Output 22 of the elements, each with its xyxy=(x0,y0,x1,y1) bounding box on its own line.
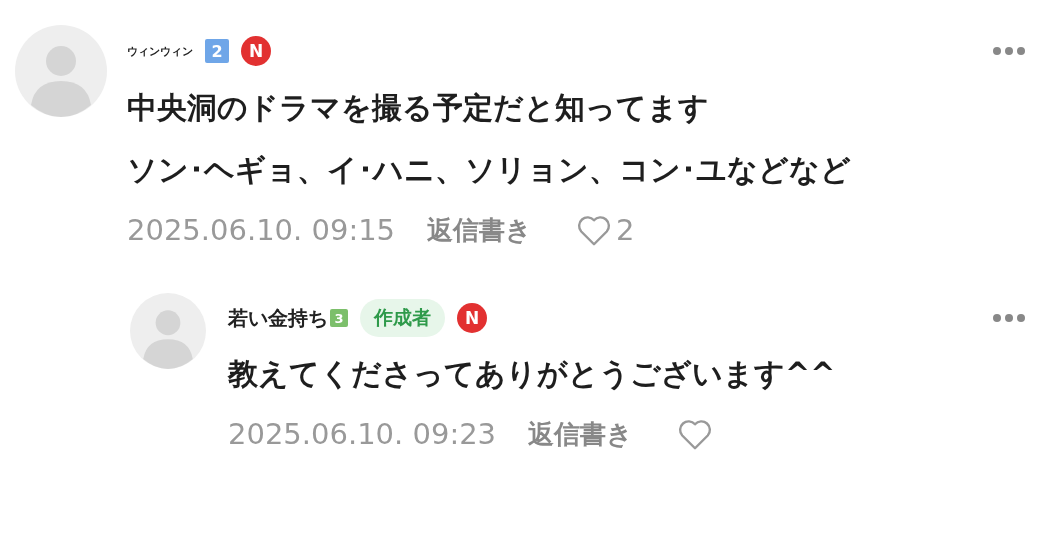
new-badge: N xyxy=(241,36,271,66)
new-badge: N xyxy=(457,303,487,333)
level-badge: 2 xyxy=(205,39,229,63)
avatar-icon xyxy=(15,25,107,117)
reply-button[interactable]: 返信書き xyxy=(427,212,533,248)
like-button[interactable] xyxy=(677,417,714,451)
heart-icon xyxy=(677,417,714,451)
comment-text: ソン･ヘギョ、イ･ハニ、ソリョン、コン･ユなどなど xyxy=(127,151,852,189)
comment-date: 2025.06.10. 09:23 xyxy=(228,417,497,451)
level-badge: 3 xyxy=(330,309,348,327)
reply-button[interactable]: 返信書き xyxy=(528,416,634,452)
author-badge: 作成者 xyxy=(360,299,445,337)
comment-text: 中央洞のドラマを撮る予定だと知ってます xyxy=(127,89,710,127)
like-button[interactable]: 2 xyxy=(576,213,635,247)
more-icon[interactable] xyxy=(992,313,1026,323)
more-icon[interactable] xyxy=(992,46,1026,56)
avatar-icon xyxy=(130,293,206,369)
heart-icon xyxy=(576,213,613,247)
comment-date: 2025.06.10. 09:15 xyxy=(127,213,396,247)
author-name[interactable]: 若い金持ち xyxy=(228,304,328,332)
author-name[interactable]: ウィンウィン xyxy=(127,43,193,59)
comment-text: 教えてくださってありがとうございます^^ xyxy=(228,355,837,393)
